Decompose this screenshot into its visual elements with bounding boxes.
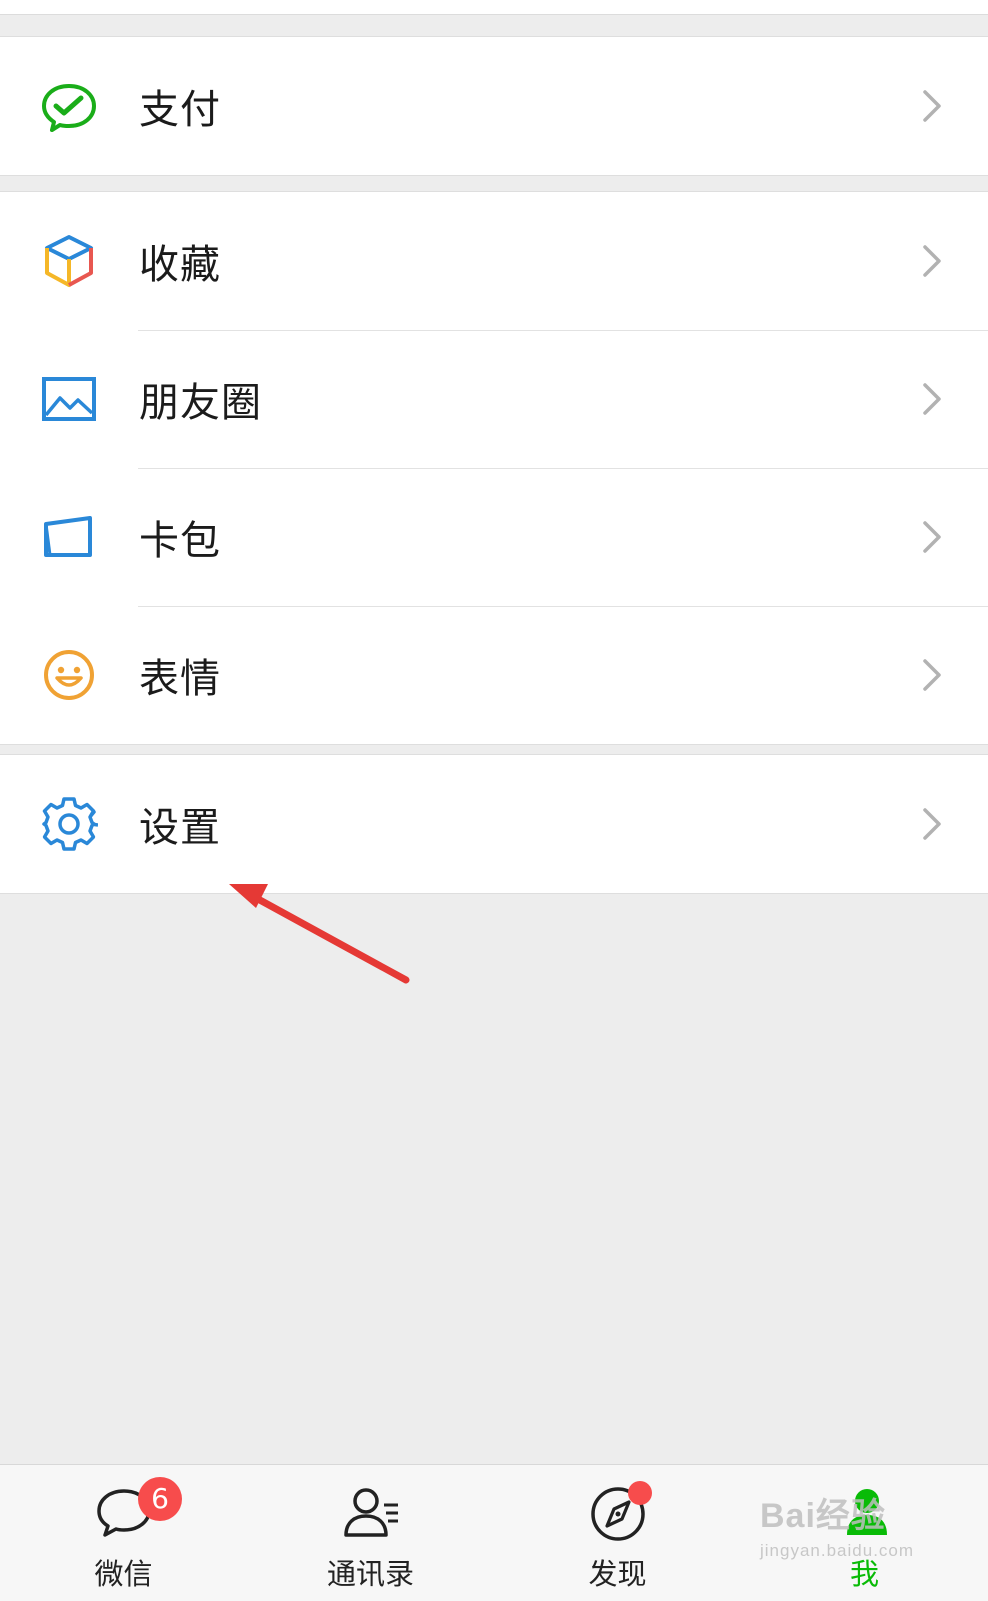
menu-item-settings[interactable]: 设置 (0, 755, 988, 893)
tab-label: 通讯录 (326, 1557, 414, 1591)
tab-label: 微信 (94, 1557, 153, 1591)
new-content-dot (628, 1481, 652, 1505)
menu-item-label: 表情 (139, 656, 221, 702)
watermark-url: jingyan.baidu.com (760, 1541, 915, 1560)
menu-item-pay[interactable]: 支付 (0, 37, 988, 175)
menu-group-pay: 支付 (0, 36, 988, 176)
cube-icon (40, 232, 98, 290)
menu-item-moments[interactable]: 朋友圈 (0, 330, 988, 468)
chevron-right-icon (920, 381, 944, 417)
card-wallet-icon (40, 508, 98, 566)
tab-contacts[interactable]: 通讯录 (247, 1465, 494, 1601)
chevron-right-icon (920, 519, 944, 555)
chevron-right-icon (920, 806, 944, 842)
menu-item-label: 收藏 (139, 242, 221, 288)
menu-group-settings: 设置 (0, 754, 988, 894)
gear-icon (40, 795, 98, 853)
menu-item-label: 朋友圈 (139, 380, 262, 426)
chevron-right-icon (920, 88, 944, 124)
watermark-brand: Bai经验 (760, 1497, 886, 1535)
menu-group-main: 收藏 朋友圈 卡包 表情 (0, 191, 988, 745)
contacts-icon (338, 1483, 404, 1545)
menu-item-label: 支付 (139, 87, 221, 133)
tab-chats[interactable]: 6 微信 (0, 1465, 247, 1601)
unread-badge: 6 (138, 1477, 182, 1521)
previous-section-edge (0, 0, 988, 15)
menu-item-favorites[interactable]: 收藏 (0, 192, 988, 330)
menu-item-label: 卡包 (139, 518, 221, 564)
menu-item-stickers[interactable]: 表情 (0, 606, 988, 744)
baidu-jingyan-watermark: Bai经验 jingyan.baidu.com (760, 1488, 960, 1578)
chevron-right-icon (920, 243, 944, 279)
wechat-pay-icon (40, 77, 98, 135)
menu-item-cards[interactable]: 卡包 (0, 468, 988, 606)
picture-icon (40, 370, 98, 428)
tab-label: 发现 (588, 1557, 647, 1591)
chevron-right-icon (920, 657, 944, 693)
menu-item-label: 设置 (139, 805, 221, 851)
tab-discover[interactable]: 发现 (494, 1465, 741, 1601)
smiley-icon (40, 646, 98, 704)
